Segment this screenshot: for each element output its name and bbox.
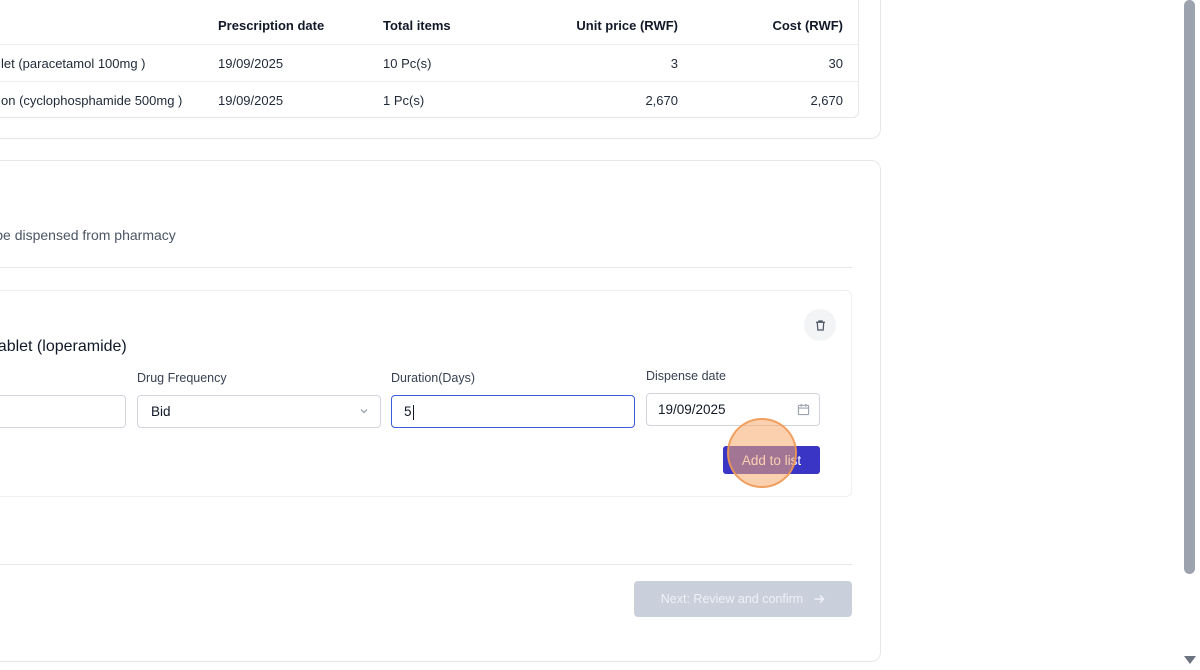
next-review-button[interactable]: Next: Review and confirm	[634, 581, 852, 617]
text-caret	[412, 404, 414, 420]
arrow-right-icon	[814, 594, 825, 604]
drug-name-text: g tablet (loperamide)	[0, 338, 127, 355]
duration-input[interactable]: 5	[391, 395, 635, 428]
duration-label: Duration(Days)	[391, 371, 476, 385]
cell-date: 19/09/2025	[218, 56, 284, 71]
section-subtitle-text: be dispensed from pharmacy	[0, 227, 176, 243]
frequency-label: Drug Frequency	[137, 371, 227, 385]
delete-drug-button[interactable]	[804, 309, 836, 341]
scrollbar-thumb[interactable]	[1184, 0, 1195, 574]
cell-drug-name: let (paracetamol 100mg )	[1, 56, 146, 71]
header-prescription-date: Prescription date	[218, 18, 325, 33]
frequency-select[interactable]: Bid	[137, 395, 381, 428]
scroll-down-arrow-icon[interactable]	[1183, 655, 1197, 665]
duration-value: 5	[404, 404, 412, 419]
cell-drug-name: on (cyclophosphamide 500mg )	[1, 93, 183, 108]
chevron-down-icon	[360, 409, 368, 414]
calendar-icon	[797, 403, 810, 416]
divider	[0, 267, 852, 268]
previous-field-input[interactable]	[0, 395, 126, 428]
table-header-row: Prescription date Total items Unit price…	[0, 6, 858, 45]
dispense-date-label: Dispense date	[646, 369, 726, 383]
frequency-value: Bid	[151, 404, 171, 419]
dispense-date-input[interactable]: 19/09/2025	[646, 393, 820, 426]
cell-cost: 30	[828, 56, 843, 71]
section-subtitle: be dispensed from pharmacy	[0, 227, 176, 243]
drug-name: g tablet (loperamide)	[0, 338, 127, 356]
divider	[0, 564, 852, 565]
add-to-list-button[interactable]: Add to list	[723, 446, 820, 474]
cell-date: 19/09/2025	[218, 93, 284, 108]
next-review-label: Next: Review and confirm	[660, 592, 804, 606]
cell-items: 1 Pc(s)	[383, 93, 425, 108]
trash-icon	[815, 319, 825, 331]
cell-unit-price: 2,670	[645, 93, 678, 108]
table-row: let (paracetamol 100mg ) 19/09/2025 10 P…	[0, 45, 858, 82]
dispense-date-value: 19/09/2025	[658, 402, 726, 417]
header-total-items: Total items	[383, 18, 451, 33]
cell-cost: 2,670	[810, 93, 843, 108]
header-unit-price: Unit price (RWF)	[576, 18, 678, 33]
prescription-table: Prescription date Total items Unit price…	[0, 0, 859, 118]
cell-unit-price: 3	[670, 56, 678, 71]
table-row: on (cyclophosphamide 500mg ) 19/09/2025 …	[0, 82, 858, 117]
header-cost: Cost (RWF)	[772, 18, 843, 33]
cell-items: 10 Pc(s)	[383, 56, 432, 71]
